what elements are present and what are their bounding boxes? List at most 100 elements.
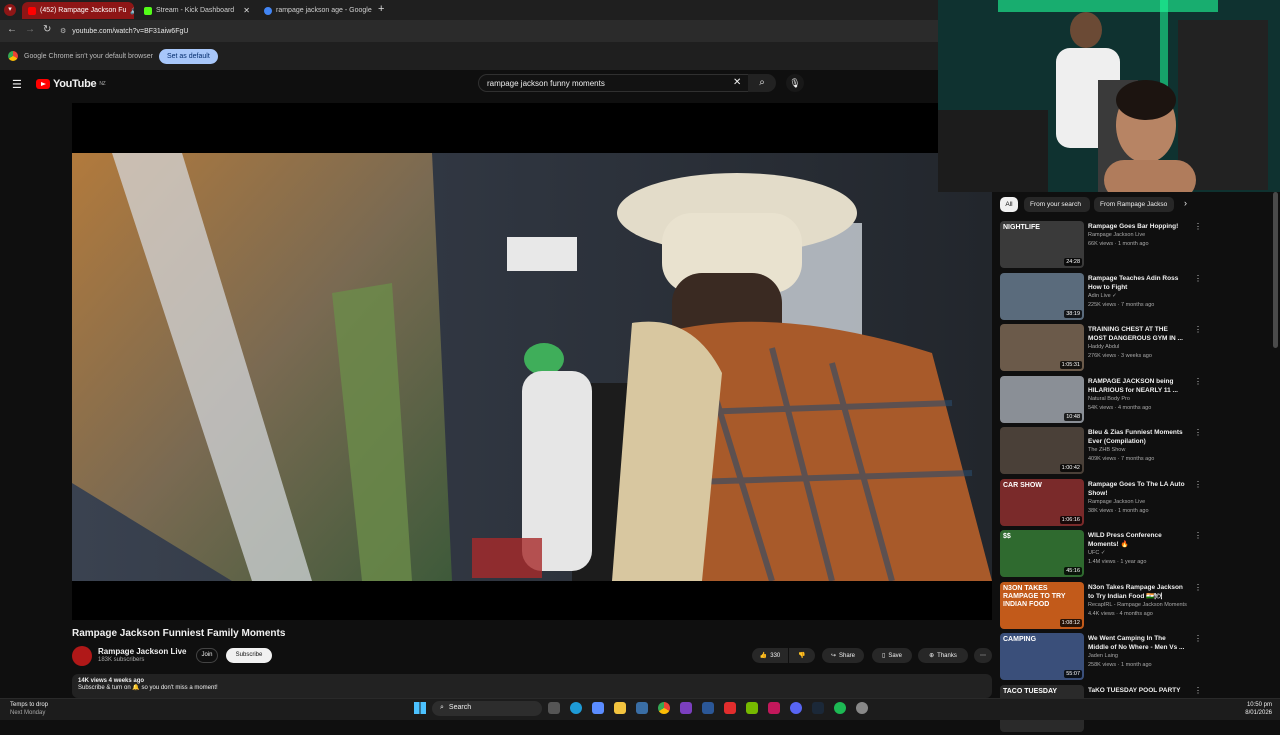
recommendation-item[interactable]: 1:05:31 TRAINING CHEST AT THE MOST DANGER…: [1000, 324, 1202, 374]
more-vertical-icon[interactable]: ⋮: [1194, 480, 1202, 489]
recommendation-title[interactable]: TRAINING CHEST AT THE MOST DANGEROUS GYM…: [1088, 325, 1188, 343]
taskbar-search-box[interactable]: ⌕ Search: [432, 701, 542, 716]
video-thumbnail[interactable]: CAMPING 55:07: [1000, 633, 1084, 680]
nvidia-icon[interactable]: [746, 702, 758, 714]
reload-icon[interactable]: ↻: [43, 24, 51, 35]
file-explorer-icon[interactable]: [614, 702, 626, 714]
weather-widget[interactable]: Temps to drop Next Monday: [10, 701, 48, 717]
tab-search-menu-icon[interactable]: ▾: [4, 4, 16, 16]
recommendation-title[interactable]: Bleu & Zias Funniest Moments Ever (Compi…: [1088, 428, 1188, 446]
speaker-icon[interactable]: 🔊: [130, 7, 134, 15]
adobe-icon[interactable]: [724, 702, 736, 714]
recommendation-title[interactable]: Rampage Goes To The LA Auto Show!: [1088, 480, 1188, 498]
video-thumbnail[interactable]: 38:19: [1000, 272, 1084, 320]
spotify-icon[interactable]: [834, 702, 846, 714]
set-as-default-button[interactable]: Set as default: [158, 48, 218, 64]
more-vertical-icon[interactable]: ⋮: [1194, 377, 1202, 386]
like-button[interactable]: 👍 330: [752, 648, 788, 663]
chip-all[interactable]: All: [1000, 197, 1018, 212]
address-bar[interactable]: ⚙ youtube.com/watch?v=BF31aiw6FgU: [60, 23, 920, 39]
video-thumbnail[interactable]: N3ON TAKES RAMPAGE TO TRY INDIAN FOOD 1:0…: [1000, 581, 1084, 629]
recommendation-title[interactable]: Rampage Teaches Adin Ross How to Fight: [1088, 274, 1188, 292]
tab-kick-dashboard[interactable]: Stream - Kick Dashboard ✕: [138, 2, 256, 19]
back-icon[interactable]: ←: [7, 24, 17, 35]
chip-from-rampage-jackson[interactable]: From Rampage Jackso: [1094, 197, 1174, 212]
chevron-right-icon[interactable]: ›: [1184, 198, 1187, 208]
join-button[interactable]: Join: [196, 648, 218, 663]
youtube-logo[interactable]: YouTube NZ: [36, 78, 106, 90]
share-button[interactable]: ↪ Share: [822, 648, 864, 663]
copilot-icon[interactable]: [592, 702, 604, 714]
search-input[interactable]: rampage jackson funny moments: [478, 74, 750, 92]
steam-icon[interactable]: [812, 702, 824, 714]
app-icon[interactable]: [768, 702, 780, 714]
video-thumbnail[interactable]: 1:05:31: [1000, 324, 1084, 371]
new-tab-icon[interactable]: +: [378, 3, 384, 15]
tab-youtube[interactable]: (452) Rampage Jackson Fu 🔊 ✕: [22, 2, 134, 19]
windows-start-icon[interactable]: [414, 702, 426, 714]
more-actions-button[interactable]: ⋯: [974, 648, 992, 663]
more-vertical-icon[interactable]: ⋮: [1194, 428, 1202, 437]
video-thumbnail[interactable]: 1:00:42: [1000, 427, 1084, 474]
recommendation-item[interactable]: $$ 45:16 WILD Press Conference Moments! 🔥 U…: [1000, 530, 1202, 580]
more-vertical-icon[interactable]: ⋮: [1194, 634, 1202, 643]
task-view-icon[interactable]: [548, 702, 560, 714]
chrome-taskbar-icon[interactable]: [658, 702, 670, 714]
store-icon[interactable]: [636, 702, 648, 714]
recommendation-channel[interactable]: Rampage Jackson Live: [1088, 232, 1145, 238]
recommendation-item[interactable]: CAMPING 55:07 We Went Camping In The Middl…: [1000, 633, 1202, 683]
close-tab-icon[interactable]: ✕: [243, 6, 250, 15]
voice-search-button[interactable]: 🎙: [786, 74, 804, 92]
app-icon[interactable]: [680, 702, 692, 714]
save-button[interactable]: ▯ Save: [872, 648, 912, 663]
app-icon[interactable]: [856, 702, 868, 714]
more-vertical-icon[interactable]: ⋮: [1194, 686, 1202, 695]
recommendation-item[interactable]: 1:00:42 Bleu & Zias Funniest Moments Ever…: [1000, 427, 1202, 477]
more-vertical-icon[interactable]: ⋮: [1194, 531, 1202, 540]
dislike-button[interactable]: 👎: [789, 648, 815, 663]
video-thumbnail[interactable]: 10:48: [1000, 375, 1084, 423]
forward-icon[interactable]: →: [25, 24, 35, 35]
edge-icon[interactable]: [570, 702, 582, 714]
site-info-icon[interactable]: ⚙: [60, 27, 66, 35]
clear-search-icon[interactable]: ✕: [733, 77, 741, 88]
menu-icon[interactable]: ☰: [12, 78, 22, 91]
recommendation-item[interactable]: 10:48 RAMPAGE JACKSON being HILARIOUS for…: [1000, 375, 1202, 426]
recommendation-channel[interactable]: Jaden Laing: [1088, 653, 1118, 659]
video-thumbnail[interactable]: $$ 45:16: [1000, 530, 1084, 577]
recommendation-channel[interactable]: The ZHB Show: [1088, 447, 1125, 453]
video-thumbnail[interactable]: CAR SHOW 1:06:16: [1000, 478, 1084, 526]
channel-name[interactable]: Rampage Jackson Live: [98, 647, 186, 656]
recommendation-title[interactable]: N3on Takes Rampage Jackson to Try Indian…: [1088, 583, 1188, 601]
discord-icon[interactable]: [790, 702, 802, 714]
recommendation-channel[interactable]: RecapIRL - Rampage Jackson Moments: [1088, 602, 1187, 608]
thanks-button[interactable]: ⊕ Thanks: [918, 648, 968, 663]
recommendation-title[interactable]: Rampage Goes Bar Hopping!: [1088, 222, 1188, 231]
system-clock[interactable]: 10:50 pm 8/01/2026: [1232, 701, 1272, 717]
chip-from-your-search[interactable]: From your search: [1024, 197, 1090, 212]
recommendation-title[interactable]: We Went Camping In The Middle of No Wher…: [1088, 634, 1188, 652]
recommendation-item[interactable]: CAR SHOW 1:06:16 Rampage Goes To The LA Au…: [1000, 478, 1202, 529]
description-box[interactable]: 14K views 4 weeks ago Subscribe & turn o…: [72, 674, 992, 698]
recommendation-channel[interactable]: Rampage Jackson Live: [1088, 499, 1145, 505]
sidebar-scrollbar[interactable]: [1273, 192, 1278, 348]
recommendation-channel[interactable]: UFC ✓: [1088, 550, 1105, 556]
recommendation-channel[interactable]: Adin Live ✓: [1088, 293, 1117, 299]
recommendation-title[interactable]: WILD Press Conference Moments! 🔥: [1088, 531, 1188, 549]
recommendation-item[interactable]: 38:19 Rampage Teaches Adin Ross How to Fi…: [1000, 272, 1202, 323]
recommendation-title[interactable]: TaKO TUESDAY POOL PARTY: [1088, 686, 1188, 695]
recommendation-channel[interactable]: Natural Body Pro: [1088, 396, 1130, 402]
search-button[interactable]: ⌕: [748, 74, 776, 92]
more-vertical-icon[interactable]: ⋮: [1194, 222, 1202, 231]
subscribe-button[interactable]: Subscribe: [226, 648, 272, 663]
more-vertical-icon[interactable]: ⋮: [1194, 274, 1202, 283]
video-frame[interactable]: [72, 153, 992, 581]
tab-google-search[interactable]: rampage jackson age - Google ✕: [258, 2, 374, 19]
channel-avatar[interactable]: [72, 646, 92, 666]
recommendation-title[interactable]: RAMPAGE JACKSON being HILARIOUS for NEAR…: [1088, 377, 1188, 395]
recommendation-item[interactable]: N3ON TAKES RAMPAGE TO TRY INDIAN FOOD 1:0…: [1000, 581, 1202, 632]
more-vertical-icon[interactable]: ⋮: [1194, 325, 1202, 334]
recommendation-item[interactable]: NIGHTLIFE 24:28 Rampage Goes Bar Hopping! R…: [1000, 221, 1202, 271]
app-icon[interactable]: [702, 702, 714, 714]
video-thumbnail[interactable]: NIGHTLIFE 24:28: [1000, 221, 1084, 268]
